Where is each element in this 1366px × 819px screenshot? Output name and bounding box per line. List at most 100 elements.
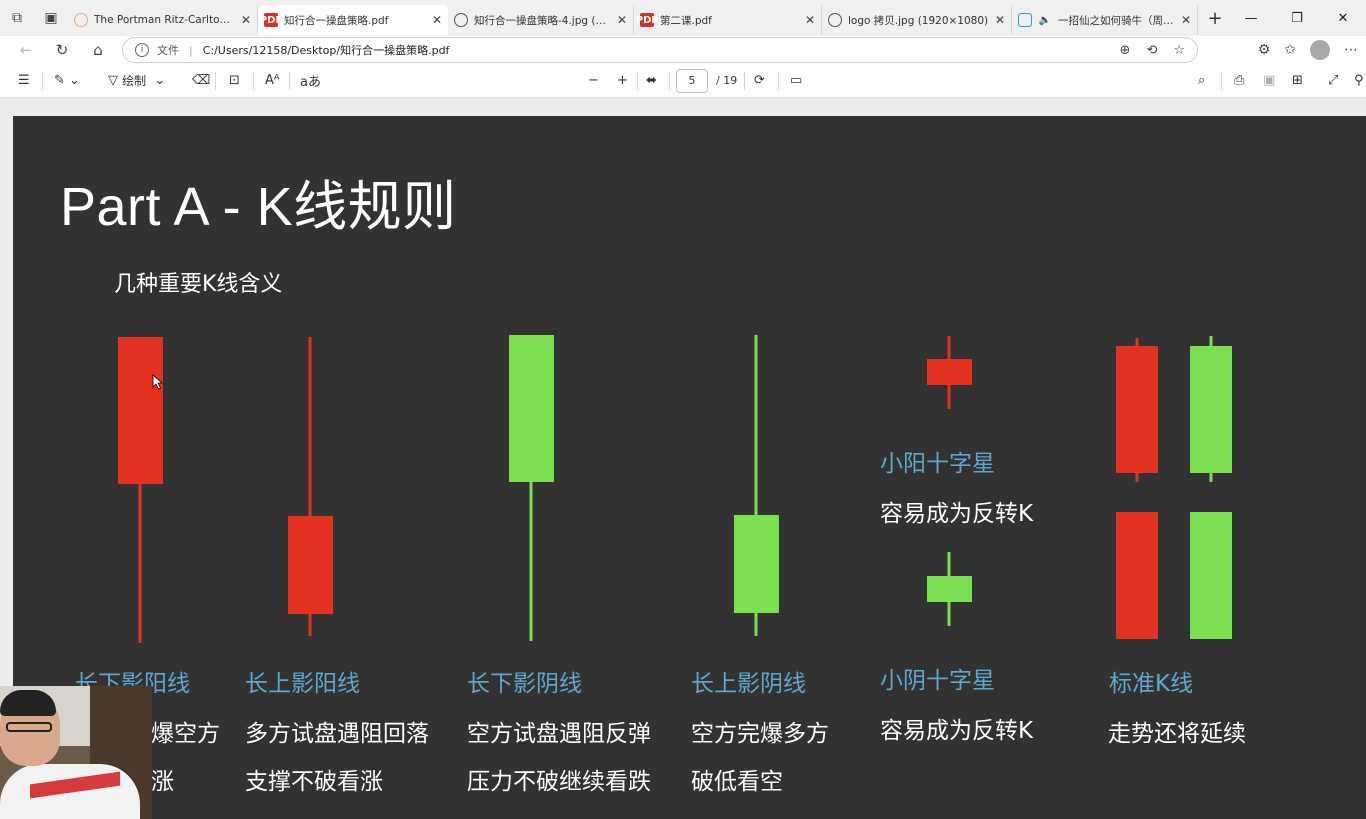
tab-ritz[interactable]: The Portman Ritz-Carlton, Shang ✕ — [68, 5, 258, 35]
translate-text-icon[interactable]: aあ — [300, 71, 321, 90]
zoom-out-icon[interactable]: − — [588, 73, 599, 88]
browser-tab-bar: ⧉ ▣ The Portman Ritz-Carlton, Shang ✕ PD… — [0, 0, 1366, 36]
candle-desc-line: 容易成为反转K — [880, 718, 1034, 744]
tab-title: 知行合一操盘策略.pdf — [284, 14, 389, 27]
highlight-icon[interactable]: ✎ ⌄ — [54, 73, 80, 88]
text-box-icon[interactable]: ⊡ — [229, 73, 240, 88]
tab-title: logo 拷贝.jpg (1920×1080) — [848, 14, 989, 27]
candle-label: 长下影阴线 — [467, 671, 582, 697]
fit-page-icon[interactable]: ⬌ — [646, 73, 657, 88]
draw-button[interactable]: ▽ 绘制 ⌄ — [108, 72, 165, 89]
tab-title: The Portman Ritz-Carlton, Shang — [94, 14, 235, 26]
divider — [669, 71, 670, 90]
tab-actions-icon[interactable]: ▣ — [34, 0, 68, 36]
page-total: / 19 — [716, 74, 738, 87]
new-tab-button[interactable]: + — [1198, 8, 1232, 29]
candle-long-lower-bearish — [509, 335, 554, 641]
search-icon[interactable]: ⌕ — [1198, 73, 1205, 88]
candle-standard-red-bottom — [1116, 512, 1158, 639]
close-icon[interactable]: ✕ — [805, 13, 815, 27]
pdf-toolbar: ☰ ✎ ⌄ ▽ 绘制 ⌄ ⌫ ⊡ Aᴬ aあ − + ⬌ 5 / 19 ⟳ ▭ … — [0, 64, 1366, 98]
candle-long-upper-bearish — [734, 335, 779, 636]
divider — [215, 71, 216, 90]
candle-desc-line: 空方完爆多方 — [691, 721, 829, 747]
refresh-icon[interactable]: ↻ — [44, 41, 80, 59]
print-icon[interactable]: ⎙ — [1234, 73, 1244, 88]
save-as-icon[interactable]: ⊞ — [1292, 73, 1303, 88]
info-icon[interactable]: i — [135, 43, 149, 57]
extensions-icon[interactable]: ⚙ — [1258, 42, 1271, 58]
avatar[interactable] — [1310, 40, 1330, 60]
candle-desc-line: 多方试盘遇阻回落 — [245, 721, 429, 747]
divider — [289, 71, 290, 90]
more-menu-icon[interactable]: ⋯ — [1344, 42, 1358, 58]
candle-desc-line: 容易成为反转K — [880, 501, 1034, 527]
close-icon[interactable]: ✕ — [1181, 13, 1191, 27]
candle-label: 长上影阳线 — [245, 671, 360, 697]
candle-small-bearish-doji — [927, 552, 972, 626]
minimize-icon[interactable]: — — [1228, 0, 1274, 36]
favorites-icon[interactable]: ✩ — [1284, 42, 1296, 58]
pdf-icon: PDF — [635, 13, 659, 27]
candle-label: 小阴十字星 — [880, 668, 995, 694]
read-aloud-icon[interactable]: Aᴬ — [265, 73, 280, 88]
zoom-icon[interactable]: ⊕ — [1120, 43, 1131, 58]
url-text[interactable]: C:/Users/12158/Desktop/知行合一操盘策略.pdf — [203, 42, 450, 58]
candle-desc-line: 涨 — [151, 769, 174, 795]
page-number-input[interactable]: 5 — [676, 68, 708, 93]
eraser-icon[interactable]: ⌫ — [192, 73, 210, 88]
draw-icon: ▽ — [108, 73, 118, 88]
candle-desc-line: 走势还将延续 — [1108, 721, 1246, 747]
divider — [744, 71, 745, 90]
divider — [253, 71, 254, 90]
bilibili-icon — [1018, 13, 1032, 27]
pdf-icon: PDF — [259, 13, 283, 27]
candle-standard-green-top — [1190, 336, 1232, 482]
speaker-icon[interactable]: 🔈 — [1038, 13, 1052, 27]
pin-toolbar-icon[interactable]: ⚲ — [1354, 73, 1364, 88]
rotate-icon[interactable]: ⟳ — [754, 73, 765, 88]
zoom-in-icon[interactable]: + — [617, 73, 628, 88]
close-window-icon[interactable]: ✕ — [1320, 0, 1366, 36]
tab-logo[interactable]: logo 拷贝.jpg (1920×1080) ✕ — [822, 5, 1012, 35]
globe-icon — [828, 13, 842, 27]
tab-title: 知行合一操盘策略-4.jpg (4000× — [474, 14, 611, 27]
candle-label: 长上影阴线 — [691, 671, 806, 697]
fullscreen-icon[interactable]: ⤢ — [1328, 73, 1338, 88]
contents-icon[interactable]: ☰ — [18, 73, 30, 88]
divider — [778, 71, 779, 90]
divider: | — [189, 43, 193, 57]
close-icon[interactable]: ✕ — [241, 13, 251, 27]
candle-standard-green-bottom — [1190, 512, 1232, 639]
save-icon[interactable]: ▣ — [1263, 73, 1275, 88]
candle-label: 标准K线 — [1109, 671, 1194, 697]
candle-desc-line: 压力不破继续看跌 — [467, 769, 651, 795]
close-icon[interactable]: ✕ — [617, 13, 627, 27]
workspaces-icon[interactable]: ⧉ — [0, 0, 34, 36]
back-icon[interactable]: ← — [8, 41, 44, 59]
candle-label: 小阳十字星 — [880, 451, 995, 477]
slide-page: Part A - K线规则 几种重要K线含义 长下影阳线 爆空方 涨 长上影阳线… — [13, 116, 1366, 819]
mouse-pointer-icon — [152, 374, 164, 390]
candle-desc-line: 爆空方 — [151, 721, 220, 747]
candle-desc-line: 空方试盘遇阻反弹 — [467, 721, 651, 747]
tab-bilibili[interactable]: 🔈 一招仙之如何骑牛（周三晚 ✕ — [1012, 5, 1198, 35]
webcam-overlay — [0, 686, 152, 819]
translate-icon[interactable]: ⟲ — [1146, 43, 1157, 58]
pdf-document-area[interactable]: Part A - K线规则 几种重要K线含义 长下影阳线 爆空方 涨 长上影阳线… — [0, 98, 1366, 819]
close-icon[interactable]: ✕ — [432, 13, 442, 27]
favorite-star-icon[interactable]: ☆ — [1173, 43, 1185, 58]
draw-label: 绘制 — [122, 74, 147, 88]
home-icon[interactable]: ⌂ — [80, 41, 116, 59]
divider — [637, 71, 638, 90]
close-icon[interactable]: ✕ — [995, 13, 1005, 27]
address-bar[interactable]: i 文件 | C:/Users/12158/Desktop/知行合一操盘策略.p… — [122, 37, 1198, 63]
address-toolbar: ← ↻ ⌂ i 文件 | C:/Users/12158/Desktop/知行合一… — [0, 36, 1366, 64]
tab-pdf-active[interactable]: PDF 知行合一操盘策略.pdf ✕ — [258, 5, 448, 35]
candle-standard-red-top — [1116, 338, 1158, 482]
page-view-icon[interactable]: ▭ — [790, 73, 802, 88]
candle-small-bullish-doji — [927, 336, 972, 409]
tab-lesson2[interactable]: PDF 第二课.pdf ✕ — [634, 5, 822, 35]
tab-jpg[interactable]: 知行合一操盘策略-4.jpg (4000× ✕ — [448, 5, 634, 35]
restore-icon[interactable]: ❐ — [1274, 0, 1320, 36]
